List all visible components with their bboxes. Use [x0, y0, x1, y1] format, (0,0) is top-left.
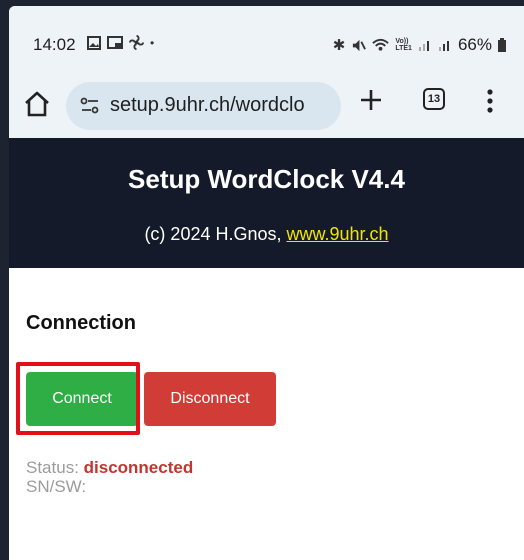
- status-right-icons: ✱ Vo)) LTE1 66%: [333, 35, 506, 55]
- status-value: disconnected: [83, 458, 194, 477]
- battery-percent: 66%: [457, 35, 492, 54]
- page-title: Setup WordClock V4.4: [128, 164, 405, 194]
- home-icon[interactable]: [23, 90, 51, 118]
- page-header: Setup WordClock V4.4 (c) 2024 H.Gnos, ww…: [9, 138, 524, 268]
- highlight-box: [16, 362, 140, 435]
- new-tab-icon[interactable]: [359, 88, 383, 112]
- status-time: 14:02: [33, 35, 76, 54]
- snsw-label: SN/SW:: [26, 477, 87, 496]
- status-info: Status: disconnected SN/SW:: [26, 458, 193, 496]
- connection-heading: Connection: [26, 312, 136, 334]
- battery-icon: [498, 38, 506, 52]
- status-label: Status:: [26, 458, 84, 477]
- disconnect-button[interactable]: Disconnect: [144, 372, 276, 426]
- status-left-icons: •: [87, 35, 154, 50]
- image-icon: [87, 35, 101, 50]
- copyright-text: (c) 2024 H.Gnos,: [144, 224, 287, 244]
- site-settings-icon[interactable]: [80, 96, 100, 116]
- page-subtitle: (c) 2024 H.Gnos, www.9uhr.ch: [9, 224, 524, 245]
- signal-icon-2: [438, 41, 449, 51]
- url-text: setup.9uhr.ch/wordclo: [110, 94, 305, 116]
- dot-icon: •: [150, 35, 155, 50]
- more-menu-icon[interactable]: [485, 88, 495, 114]
- website-link[interactable]: www.9uhr.ch: [287, 224, 389, 244]
- phone-screen: 14:02 • ✱ Vo)) LTE1 66% setup.9uhr.ch/wo…: [9, 6, 524, 560]
- status-bar: 14:02 • ✱ Vo)) LTE1 66%: [9, 6, 524, 76]
- volte-icon: Vo)) LTE1: [395, 38, 412, 52]
- browser-toolbar: setup.9uhr.ch/wordclo 13: [9, 76, 524, 138]
- address-bar[interactable]: setup.9uhr.ch/wordclo: [66, 82, 341, 130]
- status-line: Status: disconnected: [26, 458, 193, 477]
- tab-count: 13: [427, 93, 441, 105]
- wifi-icon: [372, 38, 390, 51]
- bluetooth-icon: ✱: [332, 37, 346, 54]
- fan-icon: [129, 35, 144, 50]
- mute-icon: [353, 39, 367, 51]
- tab-switcher-button[interactable]: 13: [423, 88, 445, 110]
- signal-icon: [418, 41, 429, 51]
- cast-icon: [107, 35, 123, 49]
